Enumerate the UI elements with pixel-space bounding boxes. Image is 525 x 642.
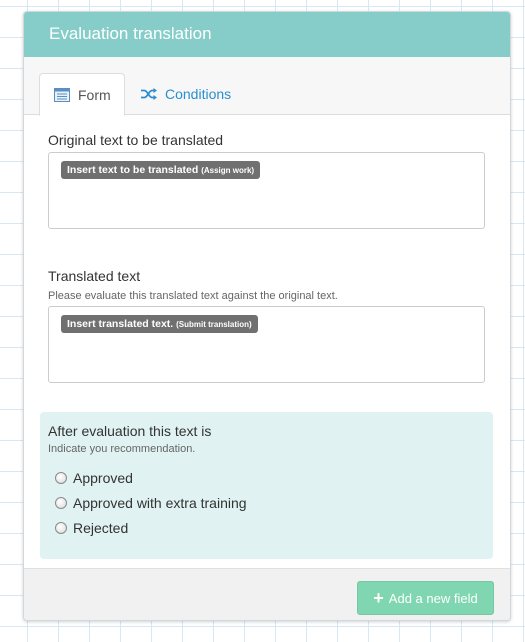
evaluation-label: After evaluation this text is bbox=[48, 423, 212, 439]
tab-conditions[interactable]: Conditions bbox=[141, 73, 231, 115]
radio-circle[interactable] bbox=[55, 497, 67, 509]
tab-bar: Form Conditions bbox=[24, 57, 510, 116]
radio-approved[interactable]: Approved bbox=[55, 470, 133, 486]
translated-text-label: Translated text bbox=[48, 268, 141, 284]
radio-approved-extra-training[interactable]: Approved with extra training bbox=[55, 495, 247, 511]
panel-title: Evaluation translation bbox=[24, 12, 510, 57]
original-text-label: Original text to be translated bbox=[48, 132, 224, 148]
form-panel: Evaluation translation Form Conditions O… bbox=[23, 11, 511, 621]
translated-text-help: Please evaluate this translated text aga… bbox=[48, 290, 338, 302]
translated-text-token[interactable]: Insert translated text. (Submit translat… bbox=[61, 315, 258, 333]
original-token-sub: (Assign work) bbox=[201, 166, 255, 175]
radio-rejected[interactable]: Rejected bbox=[55, 520, 128, 536]
translated-token-main: Insert translated text. bbox=[67, 318, 174, 330]
original-text-field[interactable]: Insert text to be translated (Assign wor… bbox=[48, 152, 485, 229]
form-list-icon bbox=[54, 87, 70, 102]
translated-text-field[interactable]: Insert translated text. (Submit translat… bbox=[48, 306, 485, 383]
evaluation-help: Indicate you recommendation. bbox=[48, 443, 196, 455]
radio-label: Approved with extra training bbox=[73, 495, 247, 511]
radio-circle[interactable] bbox=[55, 472, 67, 484]
add-new-field-button[interactable]: + Add a new field bbox=[357, 581, 494, 615]
shuffle-icon bbox=[141, 88, 157, 100]
radio-label: Rejected bbox=[73, 520, 129, 536]
tab-conditions-label: Conditions bbox=[165, 86, 232, 102]
original-text-token[interactable]: Insert text to be translated (Assign wor… bbox=[61, 161, 261, 179]
translated-token-sub: (Submit translation) bbox=[176, 320, 252, 329]
tab-form[interactable]: Form bbox=[39, 73, 125, 116]
panel-footer: + Add a new field bbox=[24, 568, 510, 620]
tab-form-label: Form bbox=[78, 86, 111, 103]
radio-label: Approved bbox=[73, 470, 133, 486]
original-token-main: Insert text to be translated bbox=[67, 164, 199, 176]
radio-circle[interactable] bbox=[55, 522, 67, 534]
evaluation-section: After evaluation this text is Indicate y… bbox=[40, 412, 493, 559]
add-new-field-label: Add a new field bbox=[388, 590, 478, 606]
plus-icon: + bbox=[373, 588, 384, 608]
